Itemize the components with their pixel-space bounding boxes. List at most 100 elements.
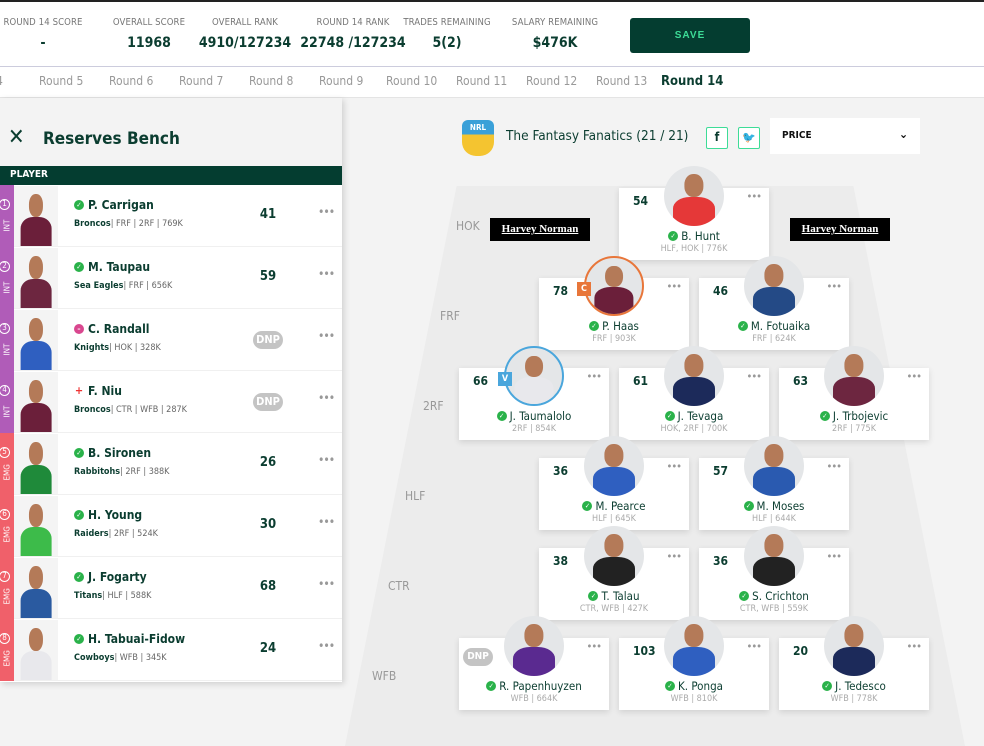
player-card[interactable]: 36 ••• ✓ S. Crichton CTR, WFB | 559K [699, 526, 849, 620]
bench-row[interactable]: 2 INT ✓ M. Taupau Sea Eagles| FRF | 656K 59 ••… [0, 247, 342, 309]
more-options-icon[interactable]: ••• [746, 640, 761, 653]
more-options-icon[interactable]: ••• [318, 267, 335, 281]
bench-row[interactable]: 8 EMG ✓ H. Tabuai-Fidow Cowboys| WFB | 345K 2… [0, 619, 342, 681]
player-name[interactable]: ✓ H. Tabuai-Fidow [74, 632, 185, 646]
head [28, 318, 44, 342]
more-options-icon[interactable]: ••• [666, 280, 681, 293]
tab-round[interactable]: Round 6 [109, 74, 153, 88]
player-name[interactable]: ✓ H. Young [74, 508, 142, 522]
player-name[interactable]: + F. Niu [74, 384, 122, 398]
facebook-share-button[interactable]: f [706, 127, 728, 149]
more-options-icon[interactable]: ••• [666, 460, 681, 473]
player-name: ✓ J. Trbojevic [779, 409, 929, 423]
bench-row[interactable]: 1 INT ✓ P. Carrigan Broncos| FRF | 2RF | 769… [0, 185, 342, 247]
tab-round[interactable]: Round 11 [456, 74, 507, 88]
head [524, 624, 544, 648]
more-options-icon[interactable]: ••• [826, 460, 841, 473]
tab-round[interactable]: Round 10 [386, 74, 437, 88]
injury-cross-icon: + [74, 384, 84, 397]
tab-round[interactable]: Round 7 [179, 74, 223, 88]
tab-round[interactable]: Round 5 [39, 74, 83, 88]
slot-number: 6 [0, 509, 10, 520]
bench-row[interactable]: 7 EMG ✓ J. Fogarty Titans| HLF | 588K 68 ••• [0, 557, 342, 619]
player-name[interactable]: – C. Randall [74, 322, 149, 336]
tab-round[interactable]: Round 8 [249, 74, 293, 88]
close-icon[interactable]: ✕ [8, 127, 25, 149]
player-card[interactable]: 54 ••• ✓ B. Hunt HLF, HOK | 776K [619, 166, 769, 260]
player-name[interactable]: ✓ B. Sironen [74, 446, 151, 460]
more-options-icon[interactable]: ••• [666, 550, 681, 563]
player-name-text: M. Fotuaika [750, 319, 811, 333]
tab-round[interactable]: 4 [0, 74, 3, 88]
player-avatar [664, 346, 724, 406]
tab-round[interactable]: Round 9 [319, 74, 363, 88]
slot-strip: 6 EMG [0, 495, 14, 557]
more-options-icon[interactable]: ••• [318, 391, 335, 405]
player-card[interactable]: 103 ••• ✓ K. Ponga WFB | 810K [619, 616, 769, 710]
player-card[interactable]: DNP ••• ✓ R. Papenhuyzen WFB | 664K [459, 616, 609, 710]
player-name[interactable]: ✓ J. Fogarty [74, 570, 147, 584]
sort-select[interactable]: PRICE ⌄ [770, 118, 920, 154]
bench-row[interactable]: 3 INT – C. Randall Knights| HOK | 328K DNP ••• [0, 309, 342, 371]
player-card[interactable]: 36 ••• ✓ M. Pearce HLF | 645K [539, 436, 689, 530]
more-options-icon[interactable]: ••• [746, 190, 761, 203]
more-options-icon[interactable]: ••• [826, 280, 841, 293]
jersey [20, 589, 52, 618]
player-name[interactable]: ✓ P. Carrigan [74, 198, 154, 212]
player-name-text: S. Crichton [752, 589, 809, 603]
save-button[interactable]: SAVE [630, 18, 750, 53]
bench-row[interactable]: 4 INT + F. Niu Broncos| CTR | WFB | 287K DNP •… [0, 371, 342, 433]
player-name: ✓ J. Tedesco [779, 679, 929, 693]
bench-row[interactable]: 5 EMG ✓ B. Sironen Rabbitohs| 2RF | 388K 26 ••… [0, 433, 342, 495]
jersey [833, 647, 875, 676]
more-options-icon[interactable]: ••• [318, 515, 335, 529]
player-card[interactable]: 66 ••• V ✓ J. Taumalolo 2RF | 854K [459, 346, 609, 440]
player-team: Rabbitohs [74, 467, 121, 477]
tab-round[interactable]: Round 14 [661, 74, 723, 89]
player-name[interactable]: ✓ M. Taupau [74, 260, 150, 274]
more-options-icon[interactable]: ••• [906, 640, 921, 653]
head [28, 504, 44, 528]
player-card[interactable]: 38 ••• ✓ T. Talau CTR, WFB | 427K [539, 526, 689, 620]
more-options-icon[interactable]: ••• [318, 329, 335, 343]
player-avatar [744, 256, 804, 316]
player-card[interactable]: 20 ••• ✓ J. Tedesco WFB | 778K [779, 616, 929, 710]
more-options-icon[interactable]: ••• [586, 370, 601, 383]
player-team: Titans [74, 591, 103, 601]
head [844, 624, 864, 648]
player-name-text: B. Hunt [681, 229, 720, 243]
playing-check-icon: ✓ [74, 510, 84, 520]
tab-round[interactable]: Round 12 [526, 74, 577, 88]
player-info: | WFB | 345K [114, 653, 167, 663]
more-options-icon[interactable]: ••• [906, 370, 921, 383]
captain-badge: C [577, 282, 591, 296]
more-options-icon[interactable]: ••• [826, 550, 841, 563]
playing-check-icon: ✓ [74, 448, 84, 458]
player-card[interactable]: 61 ••• ✓ J. Tevaga HOK, 2RF | 700K [619, 346, 769, 440]
more-options-icon[interactable]: ••• [318, 453, 335, 467]
slot-strip: 2 INT [0, 247, 14, 309]
jersey [20, 527, 52, 556]
more-options-icon[interactable]: ••• [746, 370, 761, 383]
player-photo [14, 248, 58, 308]
tab-round[interactable]: Round 13 [596, 74, 647, 88]
head [604, 534, 624, 558]
position-label-hok: HOK [456, 219, 480, 233]
player-card[interactable]: 78 ••• C ✓ P. Haas FRF | 903K [539, 256, 689, 350]
more-options-icon[interactable]: ••• [586, 640, 601, 653]
player-name-text: J. Fogarty [88, 570, 147, 584]
twitter-share-button[interactable]: 🐦 [738, 127, 760, 149]
player-card[interactable]: 46 ••• ✓ M. Fotuaika FRF | 624K [699, 256, 849, 350]
player-card[interactable]: 57 ••• ✓ M. Moses HLF | 644K [699, 436, 849, 530]
bench-row[interactable]: 6 EMG ✓ H. Young Raiders| 2RF | 524K 30 ••• [0, 495, 342, 557]
more-options-icon[interactable]: ••• [318, 577, 335, 591]
more-options-icon[interactable]: ••• [318, 639, 335, 653]
player-card[interactable]: 63 ••• ✓ J. Trbojevic 2RF | 775K [779, 346, 929, 440]
more-options-icon[interactable]: ••• [318, 205, 335, 219]
player-name-text: J. Taumalolo [509, 409, 572, 423]
player-name-text: P. Carrigan [88, 198, 154, 212]
stat-value: - [40, 35, 46, 51]
playing-check-icon: ✓ [496, 411, 507, 421]
playing-check-icon: ✓ [743, 501, 754, 511]
player-meta: Rabbitohs| 2RF | 388K [74, 467, 169, 477]
